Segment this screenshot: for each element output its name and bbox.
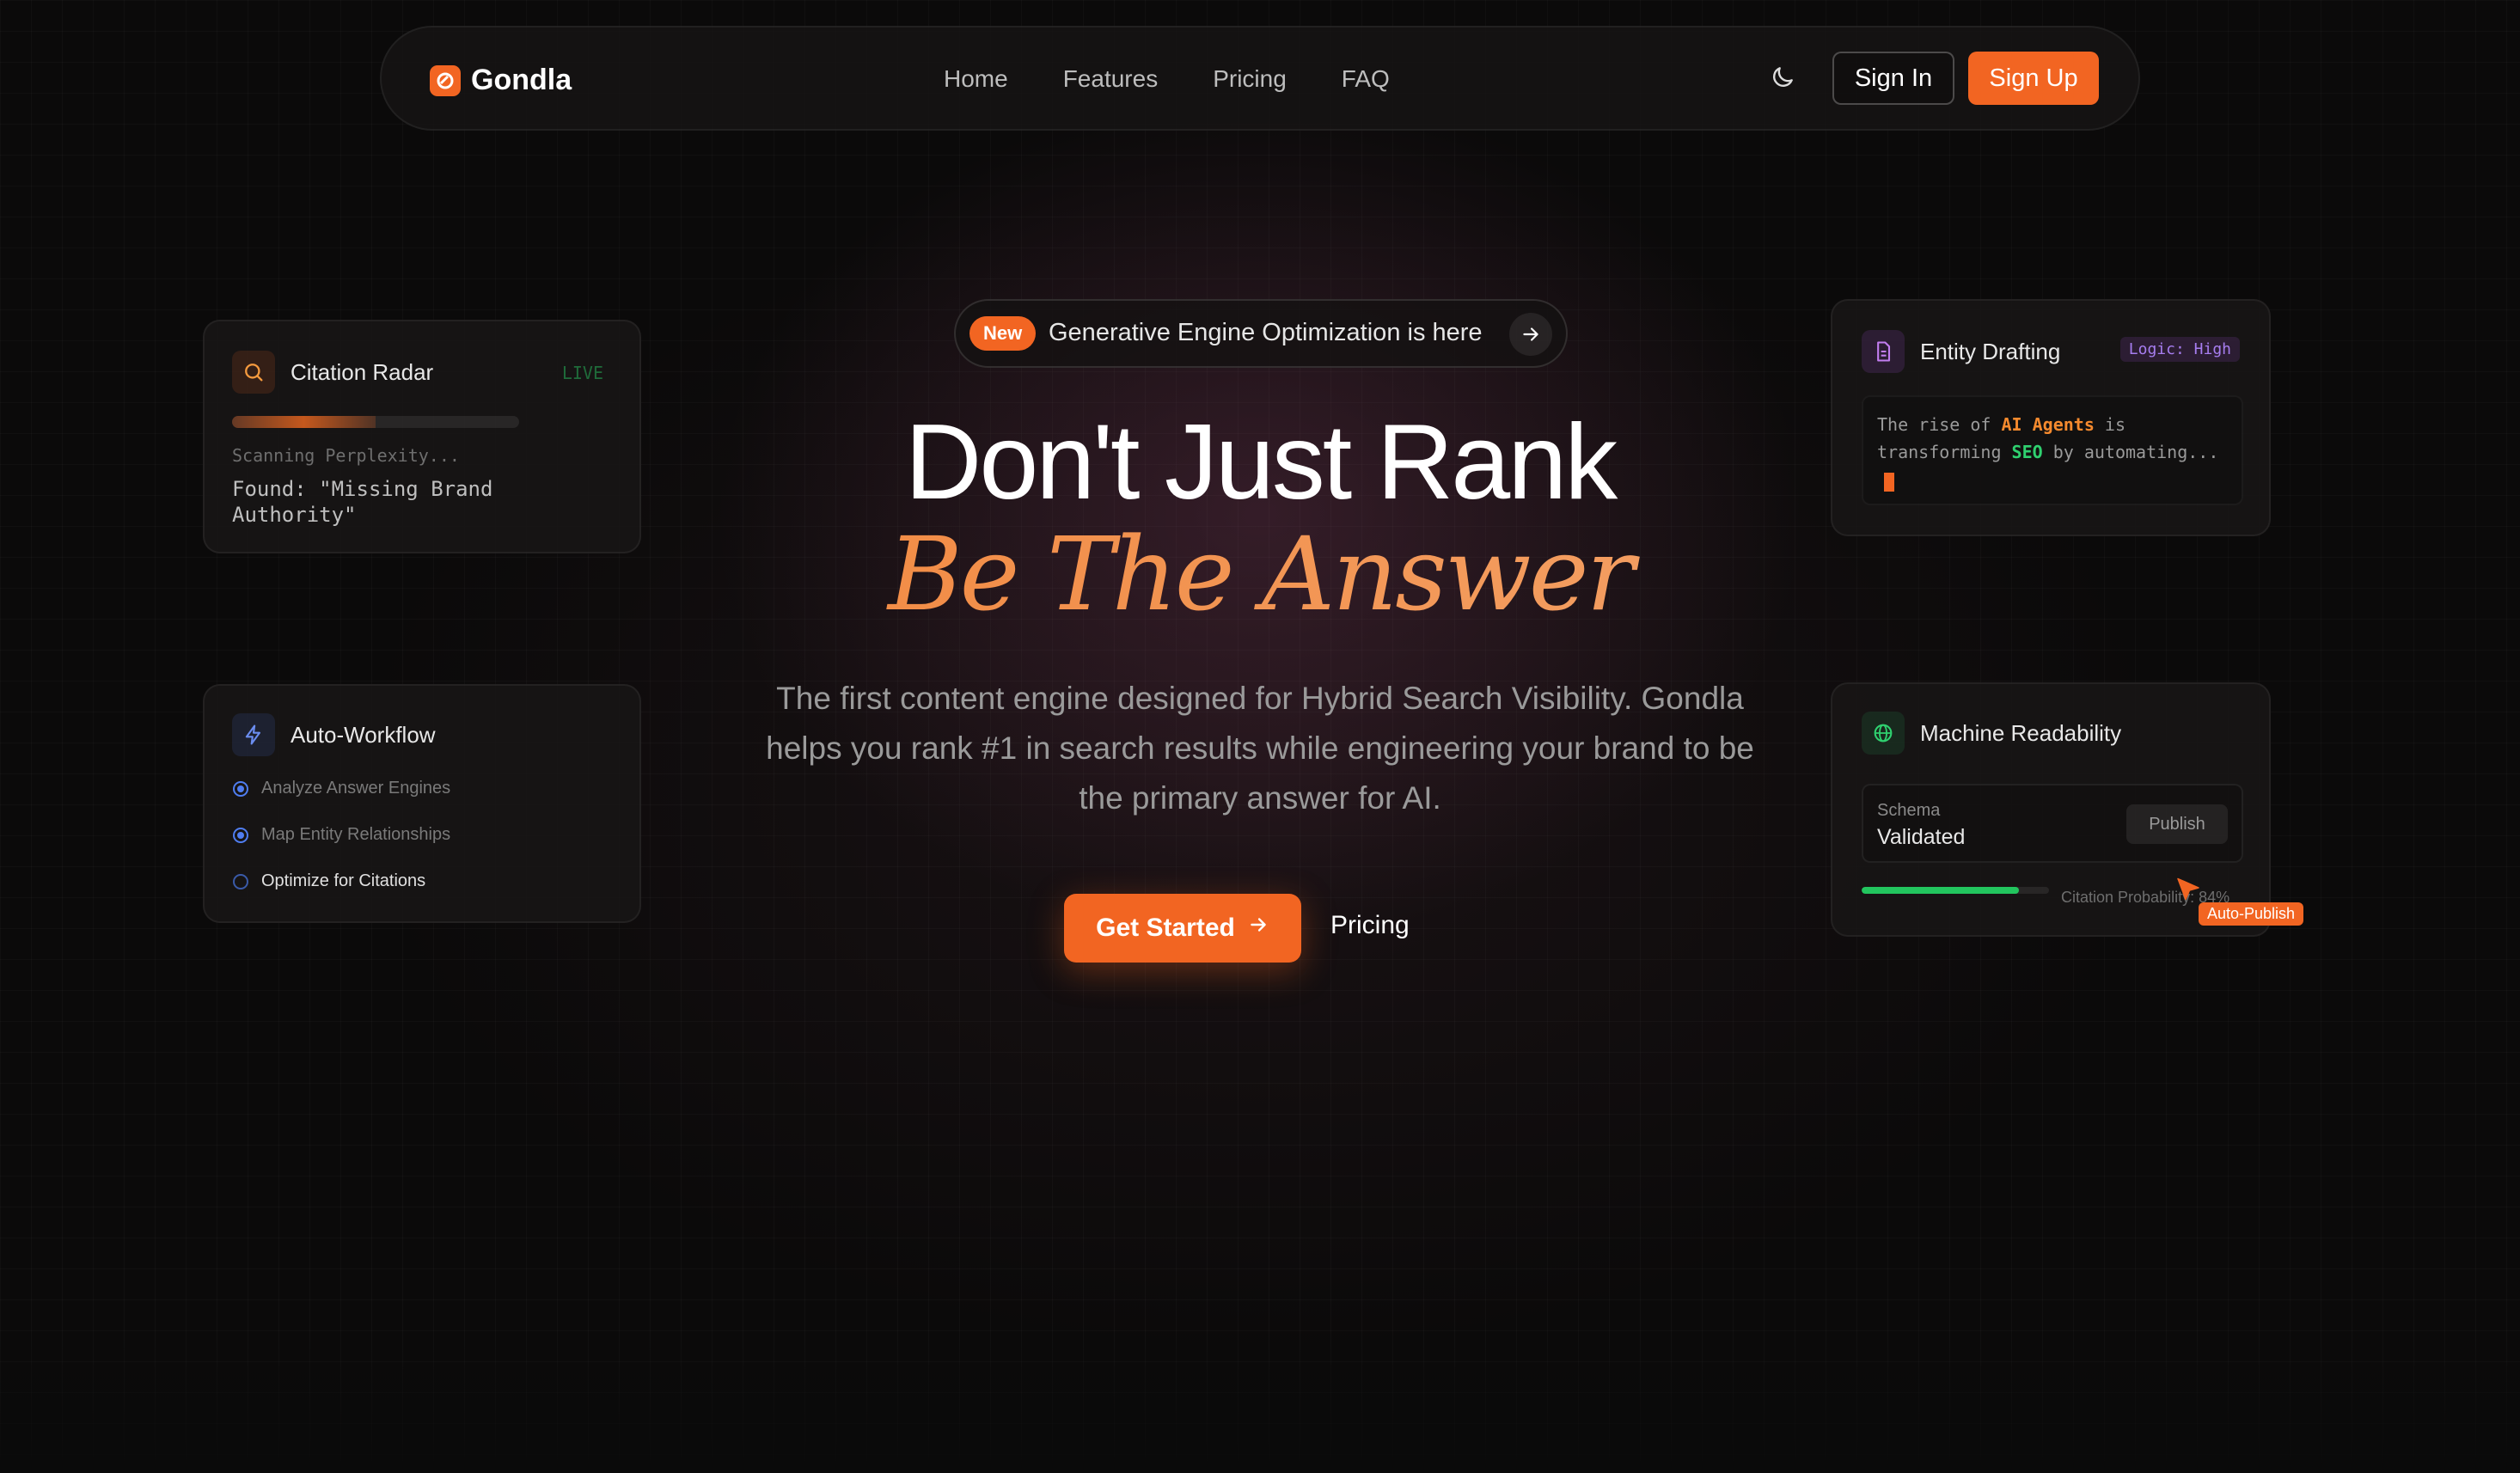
logic-tag: Logic: High <box>2119 337 2240 362</box>
nav-link-faq[interactable]: FAQ <box>1342 64 1390 95</box>
schema-box: Schema Validated Publish <box>1862 784 2243 863</box>
search-icon <box>232 351 275 394</box>
document-icon <box>1862 330 1905 373</box>
auto-workflow-card: Auto-Workflow Analyze Answer Engines Map… <box>203 684 641 923</box>
live-badge: LIVE <box>561 363 603 383</box>
lightning-icon <box>232 713 275 756</box>
new-badge: New <box>969 316 1037 351</box>
nav-links: Home Features Pricing FAQ <box>944 64 1445 95</box>
step-done-icon <box>233 827 248 843</box>
draft-highlight: AI Agents <box>2001 414 2095 435</box>
step-done-icon <box>233 780 248 797</box>
arrow-right-icon <box>1509 313 1552 356</box>
card-title: Entity Drafting <box>1920 339 2061 364</box>
citation-probability-fill <box>1862 887 2020 894</box>
announcement-pill[interactable]: New Generative Engine Optimization is he… <box>954 299 1568 368</box>
citation-probability-bar <box>1862 887 2049 894</box>
top-navbar: Gondla Home Features Pricing FAQ Sign In… <box>380 26 2140 131</box>
draft-text: The rise of <box>1877 414 2002 435</box>
pricing-button[interactable]: Pricing <box>1330 911 1410 940</box>
logo-icon <box>430 64 461 96</box>
workflow-step: Map Entity Relationships <box>232 825 450 845</box>
draft-text: by automating... <box>2042 442 2219 462</box>
arrow-right-icon <box>1247 914 1269 943</box>
cursor-pointer-icon <box>2173 875 2204 906</box>
step-label: Analyze Answer Engines <box>261 779 451 798</box>
auto-publish-tooltip: Auto-Publish <box>2199 902 2304 926</box>
workflow-step: Optimize for Citations <box>232 871 425 891</box>
scan-progress-bar <box>232 416 519 428</box>
hero-subtitle: The first content engine designed for Hy… <box>766 681 1754 816</box>
nav-link-home[interactable]: Home <box>944 64 1008 95</box>
scan-progress-fill <box>232 416 376 428</box>
text-cursor <box>1884 473 1894 492</box>
bottom-fade <box>0 1335 2520 1473</box>
found-text: Found: "Missing Brand Authority" <box>232 477 493 527</box>
get-started-label: Get Started <box>1096 914 1235 942</box>
card-title: Auto-Workflow <box>291 722 436 748</box>
sign-in-button[interactable]: Sign In <box>1832 52 1954 105</box>
workflow-step: Analyze Answer Engines <box>232 779 450 798</box>
nav-link-pricing[interactable]: Pricing <box>1213 64 1287 95</box>
globe-icon <box>1862 712 1905 755</box>
schema-label: Schema <box>1877 801 1941 820</box>
announcement-text: Generative Engine Optimization is here <box>1049 319 1483 346</box>
nav-link-features[interactable]: Features <box>1063 64 1159 95</box>
publish-button[interactable]: Publish <box>2126 804 2228 844</box>
schema-value: Validated <box>1877 825 1966 849</box>
step-label: Map Entity Relationships <box>261 825 451 844</box>
moon-icon[interactable] <box>1769 64 1796 91</box>
step-label: Optimize for Citations <box>261 871 426 890</box>
logo-text: Gondla <box>471 64 572 96</box>
draft-preview: The rise of AI Agents is transforming SE… <box>1862 395 2243 505</box>
get-started-button[interactable]: Get Started <box>1064 894 1301 963</box>
scanning-text: Scanning Perplexity... <box>232 445 460 466</box>
card-title: Citation Radar <box>291 359 434 385</box>
step-pending-icon <box>233 873 248 889</box>
machine-readability-card: Machine Readability Schema Validated Pub… <box>1831 682 2304 937</box>
draft-highlight: SEO <box>2011 442 2043 462</box>
entity-drafting-card: Entity Drafting Logic: High The rise of … <box>1831 299 2271 536</box>
citation-radar-card: Citation Radar LIVE Scanning Perplexity.… <box>203 320 641 553</box>
card-title: Machine Readability <box>1920 720 2122 746</box>
sign-up-button[interactable]: Sign Up <box>1968 52 2099 105</box>
logo[interactable]: Gondla <box>430 64 572 97</box>
